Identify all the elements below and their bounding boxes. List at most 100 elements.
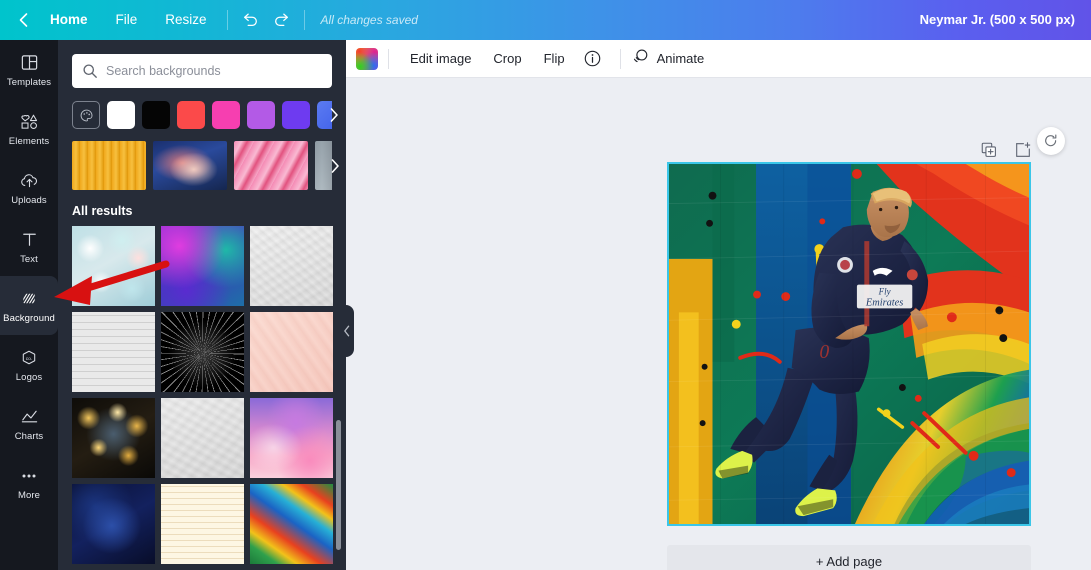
swatch-violet[interactable]: [282, 101, 310, 129]
resize-menu[interactable]: Resize: [151, 0, 220, 40]
sidebar-item-more[interactable]: More: [0, 453, 58, 512]
swatch-black[interactable]: [142, 101, 170, 129]
color-picker-icon: [80, 109, 92, 121]
sidebar-item-background[interactable]: Background: [0, 276, 58, 335]
result-gold-bokeh-dark[interactable]: [72, 398, 155, 478]
more-icon: [19, 465, 39, 487]
logos-icon: co.: [19, 347, 39, 369]
add-page-icon-button[interactable]: [1013, 140, 1033, 160]
undo-button[interactable]: [234, 4, 266, 36]
sidebar-label-templates: Templates: [6, 76, 52, 88]
templates-icon: [20, 52, 39, 74]
header-divider-1: [226, 10, 228, 30]
sidebar-item-charts[interactable]: Charts: [0, 394, 58, 453]
background-panel: All results: [58, 40, 346, 570]
canva-editor-window: Home File Resize All changes saved Neyma…: [0, 0, 1091, 570]
featured-thumb-row: [72, 141, 332, 190]
text-icon: [20, 229, 39, 251]
duplicate-page-button[interactable]: [979, 140, 999, 160]
document-title[interactable]: Neymar Jr. (500 x 500 px): [920, 0, 1075, 40]
add-page-icon: [1016, 142, 1031, 157]
toolbar-divider-1: [388, 48, 389, 69]
panel-scrollbar-thumb[interactable]: [336, 420, 341, 550]
edit-image-button[interactable]: Edit image: [399, 44, 482, 74]
swatch-orchid[interactable]: [247, 101, 275, 129]
result-rainbow-paint[interactable]: [250, 484, 333, 564]
animate-label: Animate: [656, 51, 705, 66]
thumb-blue-nebula[interactable]: [153, 141, 227, 190]
duplicate-page-icon: [981, 142, 996, 157]
file-menu[interactable]: File: [102, 0, 152, 40]
sidebar-label-more: More: [17, 489, 41, 501]
header-divider-2: [303, 10, 305, 30]
svg-text:co.: co.: [26, 357, 33, 362]
result-white-plaster-texture[interactable]: [161, 398, 244, 478]
editor-area: Edit image Crop Flip Animate 0 Fly Emira…: [346, 40, 1091, 570]
swatch-pink[interactable]: [212, 101, 240, 129]
animate-icon: [631, 47, 650, 71]
image-color-swatch[interactable]: [356, 47, 378, 70]
search-box[interactable]: [72, 54, 332, 88]
result-white-crumpled-paper[interactable]: [250, 226, 333, 306]
left-sidebar-rail: Templates Elements Uploads Text Backgrou…: [0, 40, 58, 570]
search-area: [58, 40, 346, 88]
charts-icon: [19, 406, 40, 428]
featured-thumb-strip: [72, 141, 346, 190]
flip-button[interactable]: Flip: [533, 44, 576, 74]
info-button[interactable]: [580, 46, 606, 72]
elements-icon: [19, 111, 40, 133]
sidebar-item-elements[interactable]: Elements: [0, 99, 58, 158]
result-purple-teal-watercolor[interactable]: [161, 226, 244, 306]
redo-icon: [274, 13, 288, 27]
background-results-grid: [72, 226, 334, 570]
canvas-area[interactable]: 0 Fly Emirates + Add page: [346, 78, 1091, 570]
swatch-white[interactable]: [107, 101, 135, 129]
result-bokeh-pastel[interactable]: [72, 226, 155, 306]
background-icon: [19, 288, 39, 310]
sidebar-label-charts: Charts: [14, 430, 44, 442]
all-results-heading: All results: [72, 204, 133, 218]
home-menu[interactable]: Home: [36, 0, 102, 40]
redo-button[interactable]: [266, 4, 298, 36]
save-status-text: All changes saved: [320, 13, 418, 27]
design-canvas-page[interactable]: 0 Fly Emirates: [667, 162, 1031, 526]
result-cream-lined-paper[interactable]: [161, 484, 244, 564]
sidebar-item-uploads[interactable]: Uploads: [0, 158, 58, 217]
neymar-jr-painted-artwork: 0 Fly Emirates: [669, 164, 1029, 524]
result-black-fireworks[interactable]: [161, 312, 244, 392]
sidebar-label-background: Background: [3, 312, 55, 324]
sidebar-label-uploads: Uploads: [11, 194, 47, 206]
result-pink-sunset-clouds[interactable]: [250, 398, 333, 478]
rotate-page-button[interactable]: [1037, 127, 1065, 155]
search-icon: [82, 63, 98, 84]
uploads-icon: [19, 170, 40, 192]
thumb-pink-stripes[interactable]: [234, 141, 308, 190]
add-page-button[interactable]: + Add page: [667, 545, 1031, 570]
color-strip-next-button[interactable]: [320, 101, 346, 129]
color-picker-swatch[interactable]: [72, 101, 100, 129]
color-swatch-strip: [72, 101, 346, 129]
swatch-red[interactable]: [177, 101, 205, 129]
animate-button[interactable]: Animate: [631, 47, 715, 71]
page-tools: [979, 140, 1033, 160]
thumb-gold-curtain[interactable]: [72, 141, 146, 190]
result-pink-blush-paper[interactable]: [250, 312, 333, 392]
sidebar-item-templates[interactable]: Templates: [0, 40, 58, 99]
thumb-strip-next-button[interactable]: [322, 141, 346, 190]
svg-text:Emirates: Emirates: [865, 297, 903, 308]
result-dark-blue-galaxy[interactable]: [72, 484, 155, 564]
chevron-right-icon: [330, 108, 338, 122]
result-white-brick-wall[interactable]: [72, 312, 155, 392]
color-swatch-row: [72, 101, 332, 129]
undo-icon: [243, 13, 257, 27]
sidebar-item-logos[interactable]: co. Logos: [0, 335, 58, 394]
panel-collapse-button[interactable]: [340, 305, 354, 357]
crop-button[interactable]: Crop: [482, 44, 532, 74]
sidebar-label-elements: Elements: [8, 135, 50, 147]
top-header-bar: Home File Resize All changes saved Neyma…: [0, 0, 1091, 40]
back-button[interactable]: [10, 0, 36, 40]
info-circle-icon: [584, 50, 601, 67]
search-input[interactable]: [106, 56, 332, 86]
image-toolbar: Edit image Crop Flip Animate: [346, 40, 1091, 78]
sidebar-item-text[interactable]: Text: [0, 217, 58, 276]
